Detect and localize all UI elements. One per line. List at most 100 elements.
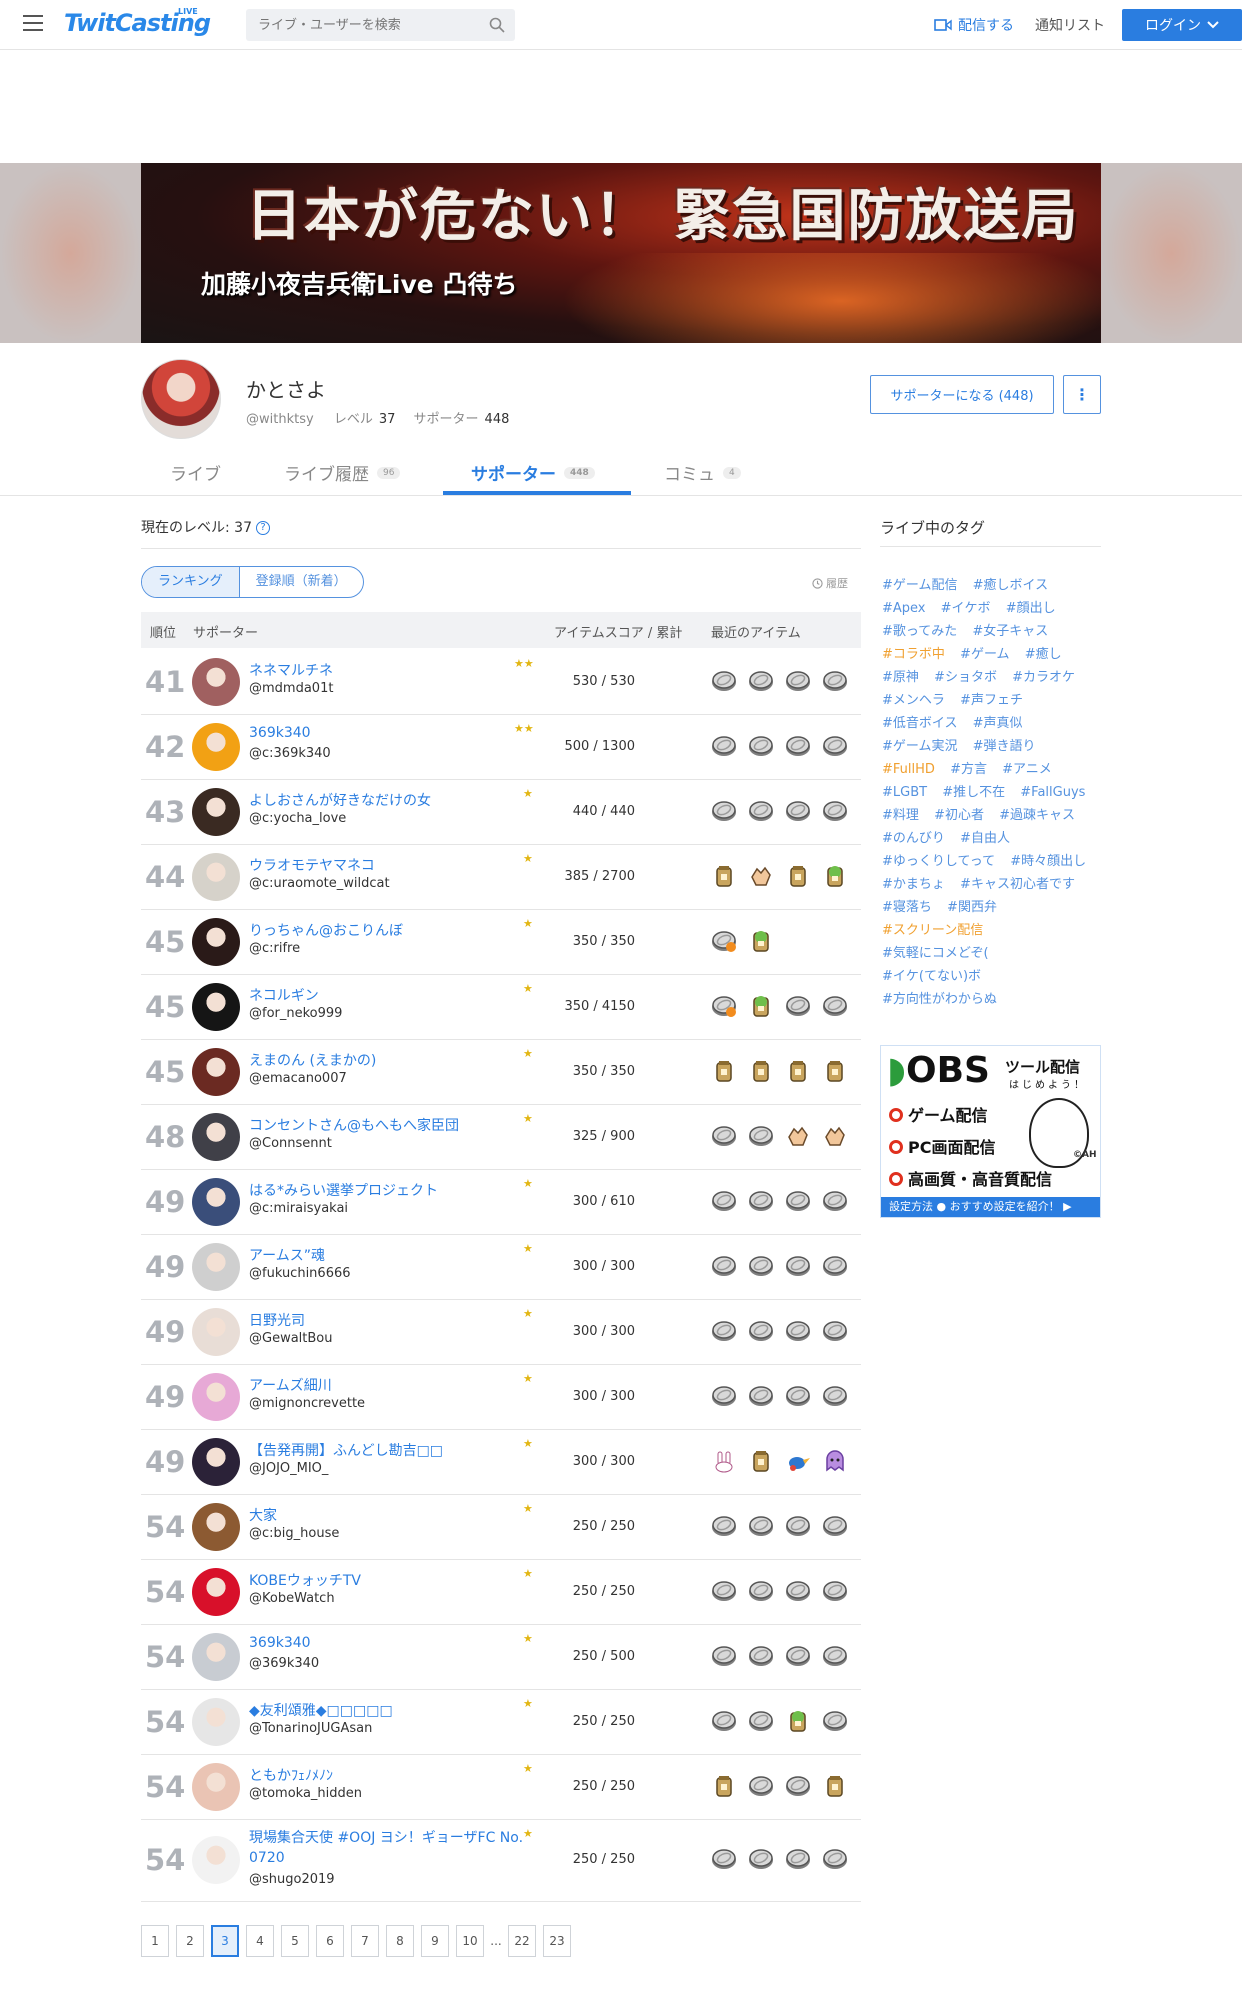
supporter-avatar[interactable] — [192, 1763, 240, 1811]
menu-icon[interactable] — [23, 15, 43, 31]
page-button[interactable]: 23 — [543, 1925, 571, 1957]
tag-link[interactable]: #イケ(てない)ボ — [882, 969, 981, 984]
supporter-avatar[interactable] — [192, 1568, 240, 1616]
tab-supporters[interactable]: サポーター 448 — [471, 460, 595, 485]
supporter-avatar[interactable] — [192, 1048, 240, 1096]
tag-link[interactable]: #女子キャス — [972, 624, 1048, 639]
supporter-avatar[interactable] — [192, 1633, 240, 1681]
tag-link[interactable]: #方言 — [950, 762, 987, 777]
tag-link[interactable]: #初心者 — [934, 808, 984, 823]
tag-link[interactable]: #関西弁 — [947, 900, 997, 915]
tab-live-history[interactable]: ライブ履歴 96 — [284, 460, 401, 485]
help-icon[interactable]: ? — [255, 521, 270, 535]
obs-promo-banner[interactable]: ◗OBS ツール配信 はじめよう！ ゲーム配信 PC画面配信 高画質・高音質配信… — [880, 1045, 1101, 1218]
tag-link[interactable]: #寝落ち — [882, 900, 932, 915]
tag-link[interactable]: #FallGuys — [1020, 785, 1085, 800]
supporter-avatar[interactable] — [192, 1308, 240, 1356]
search-input[interactable] — [246, 9, 466, 41]
tag-link[interactable]: #LGBT — [882, 785, 927, 800]
notification-list-link[interactable]: 通知リスト — [1035, 15, 1105, 35]
supporter-avatar[interactable] — [192, 723, 240, 771]
tag-link[interactable]: #キャス初心者です — [960, 877, 1075, 892]
broadcast-link[interactable]: 配信する — [934, 15, 1014, 35]
supporter-avatar[interactable] — [192, 1113, 240, 1161]
tag-link[interactable]: #声フェチ — [960, 693, 1023, 708]
tag-link[interactable]: #アニメ — [1002, 762, 1052, 777]
supporter-name-link[interactable]: はる*みらい選挙プロジェクト — [249, 1180, 438, 1200]
tag-link[interactable]: #原神 — [882, 670, 919, 685]
supporter-name-link[interactable]: コンセントさん@もへもへ家臣団 — [249, 1115, 459, 1135]
page-button[interactable]: 9 — [421, 1925, 449, 1957]
supporter-name-link[interactable]: えまのん (えまかの) — [249, 1050, 376, 1070]
sort-ranking-button[interactable]: ランキング — [142, 567, 240, 597]
sort-newest-button[interactable]: 登録順（新着） — [240, 567, 363, 597]
page-button[interactable]: 22 — [508, 1925, 536, 1957]
supporter-avatar[interactable] — [192, 918, 240, 966]
tag-link[interactable]: #コラボ中 — [882, 647, 945, 662]
page-button[interactable]: 6 — [316, 1925, 344, 1957]
supporter-name-link[interactable]: 【告発再開】ふんどし勘吉□□ — [249, 1440, 443, 1460]
tab-community[interactable]: コミュ 4 — [664, 460, 741, 485]
tag-link[interactable]: #自由人 — [960, 831, 1010, 846]
history-link[interactable]: 履歴 — [812, 575, 848, 591]
tag-link[interactable]: #イケボ — [941, 601, 991, 616]
tag-link[interactable]: #FullHD — [882, 762, 935, 777]
tag-link[interactable]: #弾き語り — [973, 739, 1036, 754]
supporter-avatar[interactable] — [192, 1438, 240, 1486]
page-button[interactable]: 8 — [386, 1925, 414, 1957]
supporter-avatar[interactable] — [192, 658, 240, 706]
supporter-name-link[interactable]: 現場集合天使 #OOJ ヨシ！ギョーザFC No. 0720 — [249, 1828, 549, 1868]
tag-link[interactable]: #過疎キャス — [999, 808, 1075, 823]
page-button[interactable]: 4 — [246, 1925, 274, 1957]
tag-link[interactable]: #料理 — [882, 808, 919, 823]
supporter-name-link[interactable]: よしおさんが好きなだけの女 — [249, 790, 431, 810]
supporter-avatar[interactable] — [192, 1836, 240, 1884]
tag-link[interactable]: #気軽にコメどぞ( — [882, 946, 989, 961]
tag-link[interactable]: #かまちょ — [882, 877, 945, 892]
become-supporter-button[interactable]: サポーターになる (448) — [870, 375, 1054, 414]
supporter-name-link[interactable]: 日野光司 — [249, 1310, 305, 1330]
supporter-avatar[interactable] — [192, 1698, 240, 1746]
page-button[interactable]: 1 — [141, 1925, 169, 1957]
tag-link[interactable]: #癒し — [1025, 647, 1062, 662]
supporter-avatar[interactable] — [192, 983, 240, 1031]
supporter-name-link[interactable]: 369k340 — [249, 1635, 311, 1651]
tab-live[interactable]: ライブ — [170, 460, 221, 485]
tag-link[interactable]: #低音ボイス — [882, 716, 958, 731]
tag-link[interactable]: #時々顔出し — [1010, 854, 1086, 869]
tag-link[interactable]: #方向性がわからぬ — [882, 992, 997, 1007]
supporter-avatar[interactable] — [192, 1243, 240, 1291]
supporter-avatar[interactable] — [192, 1373, 240, 1421]
page-button[interactable]: 5 — [281, 1925, 309, 1957]
tag-link[interactable]: #のんびり — [882, 831, 945, 846]
more-options-button[interactable]: ⋮ — [1063, 375, 1101, 414]
tag-link[interactable]: #ゲーム — [960, 647, 1010, 662]
tag-link[interactable]: #歌ってみた — [882, 624, 957, 639]
supporter-name-link[interactable]: KOBEウォッチTV — [249, 1570, 361, 1590]
page-button[interactable]: 2 — [176, 1925, 204, 1957]
supporter-avatar[interactable] — [192, 1178, 240, 1226]
supporter-name-link[interactable]: アームス”魂 — [249, 1245, 325, 1265]
tag-link[interactable]: #推し不在 — [942, 785, 1005, 800]
tag-link[interactable]: #メンヘラ — [882, 693, 945, 708]
supporter-name-link[interactable]: アームズ細川 — [249, 1375, 332, 1395]
tag-link[interactable]: #顔出し — [1006, 601, 1056, 616]
page-button[interactable]: 7 — [351, 1925, 379, 1957]
supporter-name-link[interactable]: りっちゃん@おこりんぼ — [249, 920, 403, 940]
tag-link[interactable]: #ショタボ — [934, 670, 997, 685]
tag-link[interactable]: #ゲーム実況 — [882, 739, 958, 754]
supporter-name-link[interactable]: ともかﾌｪﾉﾒﾉﾝ — [249, 1765, 333, 1785]
supporter-avatar[interactable] — [192, 853, 240, 901]
twitcasting-logo[interactable]: TwitCasting LIVE — [64, 7, 211, 37]
tag-link[interactable]: #ゆっくりしてって — [882, 854, 995, 869]
supporter-avatar[interactable] — [192, 1503, 240, 1551]
supporter-name-link[interactable]: ネコルギン — [249, 985, 319, 1005]
supporter-name-link[interactable]: 369k340 — [249, 725, 311, 741]
login-button[interactable]: ログイン — [1122, 9, 1242, 41]
tag-link[interactable]: #スクリーン配信 — [882, 923, 983, 938]
profile-avatar[interactable] — [141, 359, 221, 439]
supporter-name-link[interactable]: ネネマルチネ — [249, 660, 333, 680]
tag-link[interactable]: #Apex — [882, 601, 926, 616]
page-button[interactable]: 10 — [456, 1925, 484, 1957]
tag-link[interactable]: #ゲーム配信 — [882, 578, 958, 593]
